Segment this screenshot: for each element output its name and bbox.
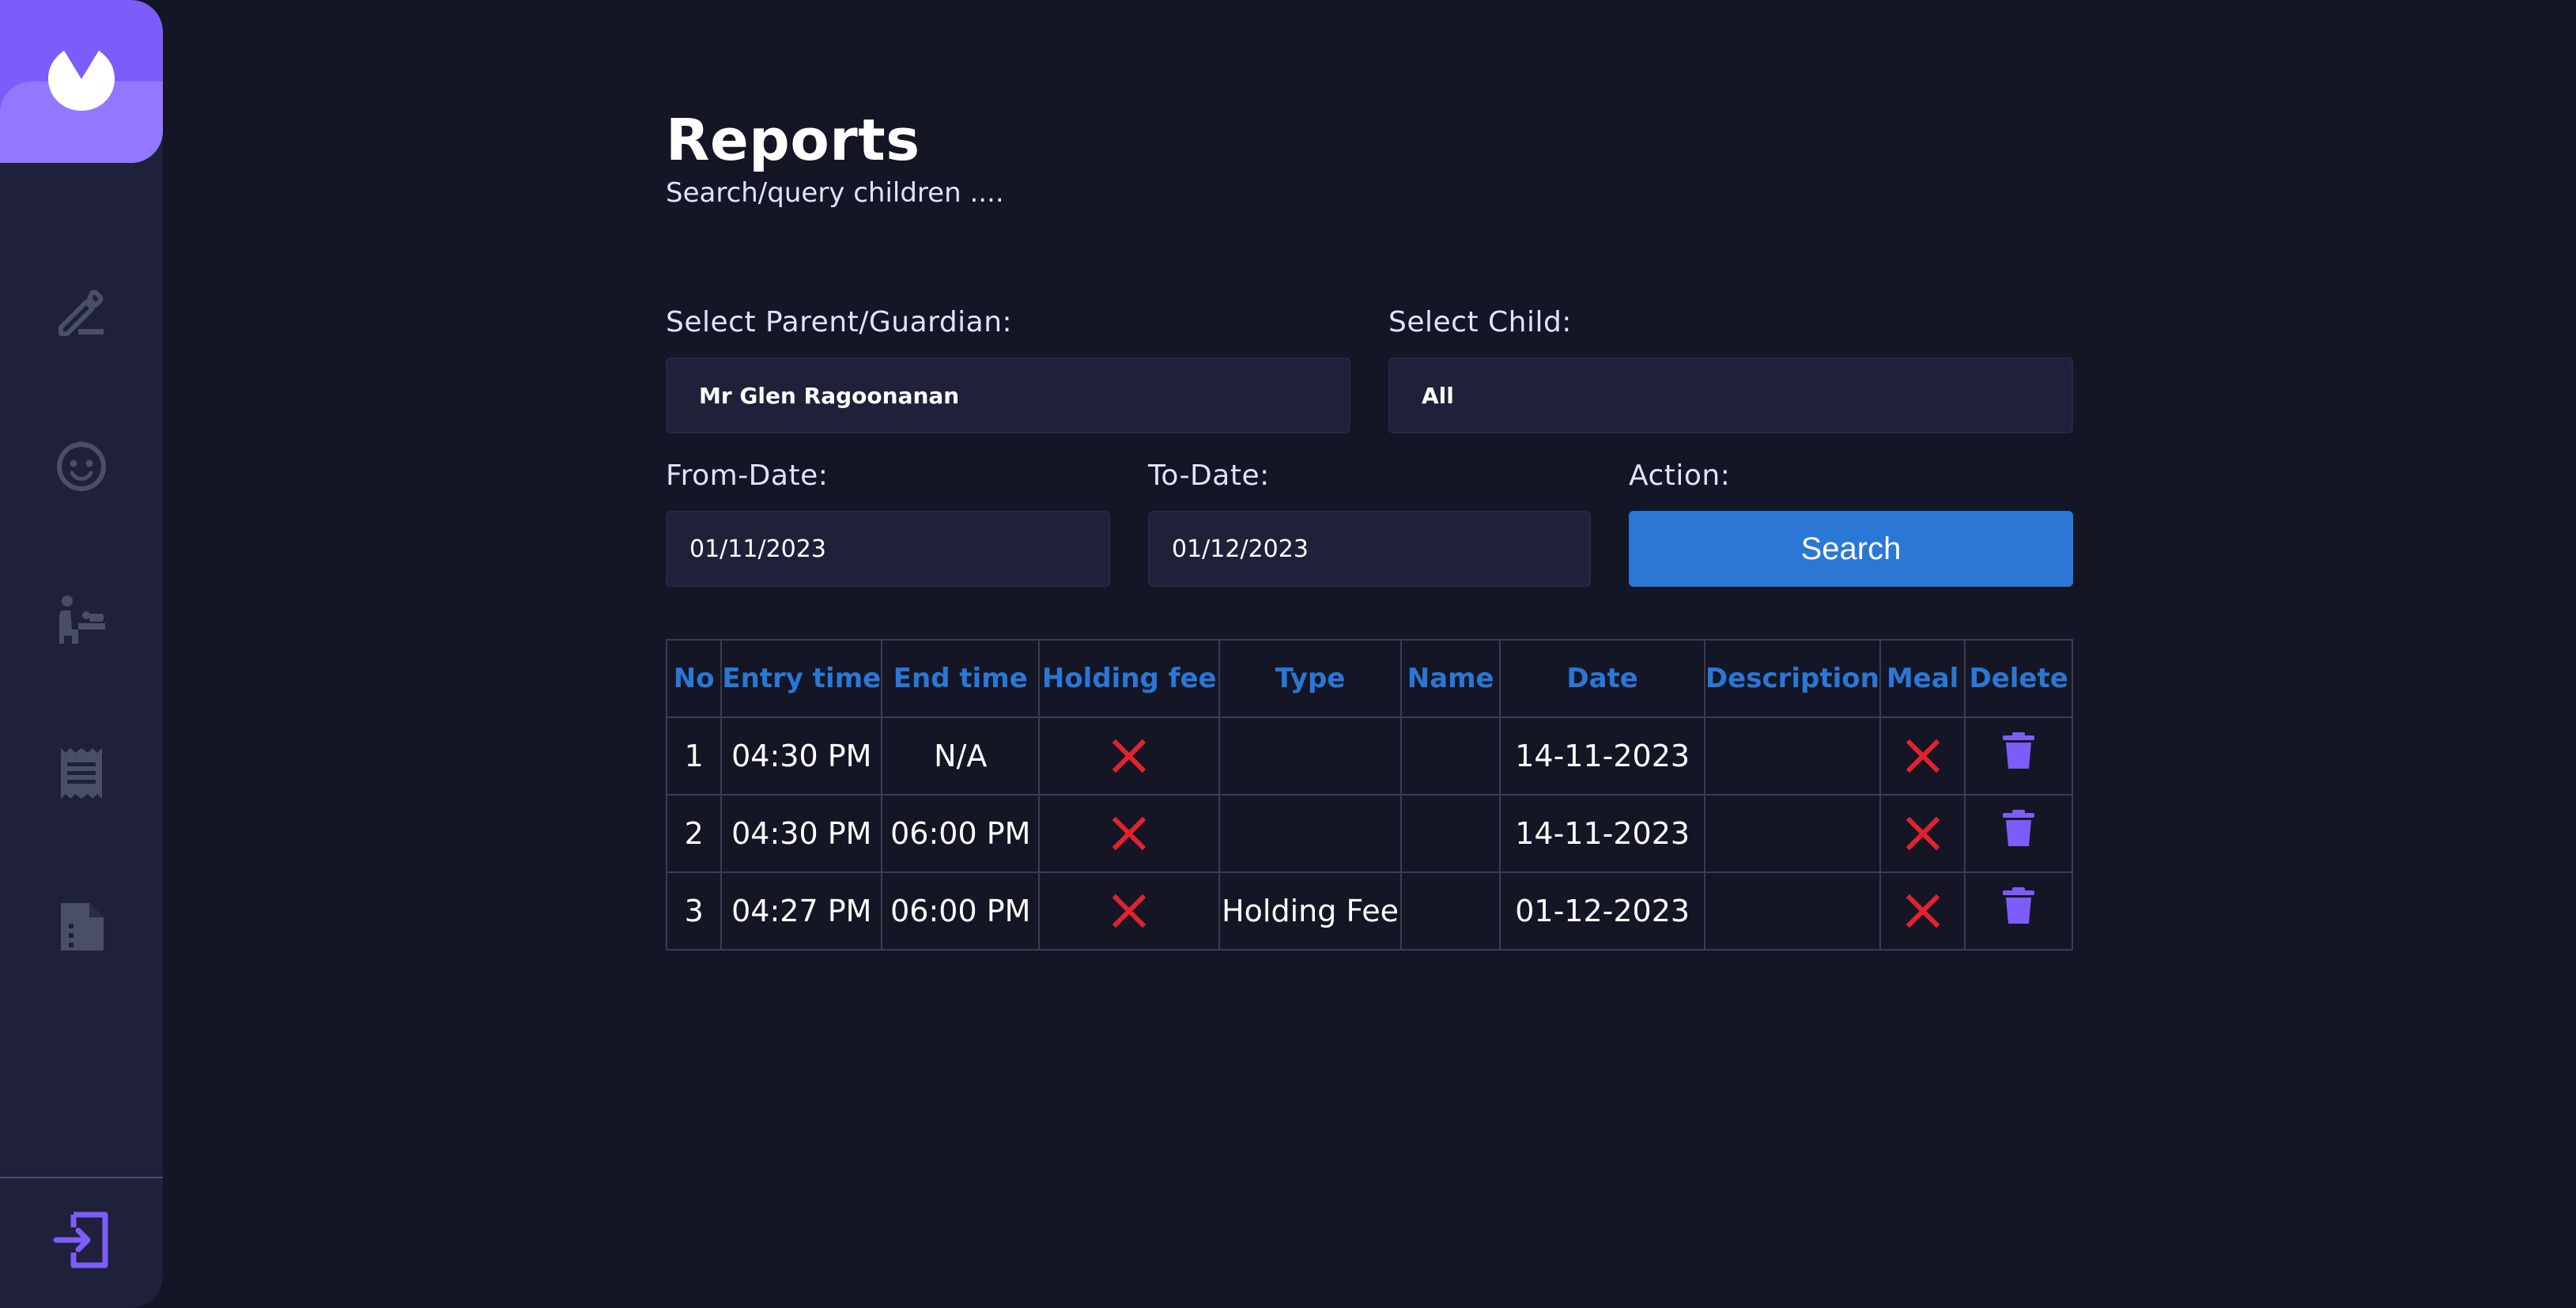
cell-type [1218, 794, 1402, 873]
x-icon [1903, 892, 1943, 928]
x-icon [1903, 815, 1943, 851]
header-name: Name [1399, 639, 1501, 718]
logout-icon[interactable] [50, 1208, 113, 1272]
x-icon [1109, 815, 1149, 851]
cell-delete [1964, 716, 2073, 796]
header-date: Date [1499, 639, 1705, 718]
cell-entry-time: 04:30 PM [720, 716, 883, 796]
child-label: Select Child: [1388, 306, 1572, 338]
child-face-icon[interactable] [50, 435, 113, 498]
cell-date: 14-11-2023 [1499, 716, 1705, 796]
trash-icon[interactable] [2003, 886, 2035, 924]
cell-end-time: 06:00 PM [881, 794, 1041, 873]
cell-description [1703, 716, 1881, 796]
to-date-input[interactable]: 01/12/2023 [1148, 511, 1591, 587]
cell-name [1399, 716, 1501, 796]
header-no: No [665, 639, 723, 718]
cell-meal [1879, 716, 1966, 796]
cell-date: 01-12-2023 [1499, 871, 1705, 951]
cell-description [1703, 871, 1881, 951]
cell-end-time: N/A [881, 716, 1041, 796]
header-meal: Meal [1879, 639, 1966, 718]
edit-icon[interactable] [50, 282, 113, 345]
x-icon [1903, 737, 1943, 773]
parent-select[interactable]: Mr Glen Ragoonanan [666, 357, 1350, 433]
x-icon [1109, 892, 1149, 928]
cell-description [1703, 794, 1881, 873]
header-end-time: End time [881, 639, 1041, 718]
parent-label: Select Parent/Guardian: [666, 306, 1013, 338]
cell-delete [1964, 871, 2073, 951]
cell-entry-time: 04:27 PM [720, 871, 883, 951]
header-delete: Delete [1964, 639, 2073, 718]
action-label: Action: [1629, 459, 1731, 492]
table-row: 1 04:30 PM N/A 14-11-2023 [665, 716, 2073, 796]
cell-date: 14-11-2023 [1499, 794, 1705, 873]
cell-no: 2 [665, 794, 723, 873]
header-holding-fee: Holding fee [1038, 639, 1221, 718]
sidebar-divider [0, 1177, 163, 1178]
cell-type [1218, 716, 1402, 796]
header-entry-time: Entry time [720, 639, 883, 718]
from-date-input[interactable]: 01/11/2023 [666, 511, 1110, 587]
report-table: No Entry time End time Holding fee Type … [665, 639, 2073, 951]
cell-no: 3 [665, 871, 723, 951]
table-row: 2 04:30 PM 06:00 PM 14-11-2023 [665, 794, 2073, 873]
table-header-row: No Entry time End time Holding fee Type … [665, 639, 2073, 718]
page-subtitle: Search/query children .... [666, 177, 1004, 209]
receipt-icon[interactable] [50, 742, 113, 805]
cell-holding-fee [1038, 871, 1221, 951]
baby-changing-icon[interactable] [50, 588, 113, 652]
header-type: Type [1218, 639, 1402, 718]
trash-icon[interactable] [2003, 731, 2035, 769]
cell-name [1399, 871, 1501, 951]
search-button[interactable]: Search [1629, 511, 2073, 587]
sidebar [0, 0, 163, 1308]
cell-type: Holding Fee [1218, 871, 1402, 951]
logo[interactable] [0, 0, 163, 163]
x-icon [1109, 737, 1149, 773]
page-title: Reports [666, 107, 920, 173]
child-select[interactable]: All [1388, 357, 2073, 433]
header-description: Description [1703, 639, 1881, 718]
cell-meal [1879, 871, 1966, 951]
cell-delete [1964, 794, 2073, 873]
logo-icon [48, 51, 115, 111]
cell-end-time: 06:00 PM [881, 871, 1041, 951]
cell-holding-fee [1038, 716, 1221, 796]
table-row: 3 04:27 PM 06:00 PM Holding Fee 01-12-20… [665, 871, 2073, 951]
cell-entry-time: 04:30 PM [720, 794, 883, 873]
from-date-label: From-Date: [666, 459, 829, 492]
report-file-icon[interactable] [50, 895, 113, 958]
cell-name [1399, 794, 1501, 873]
cell-holding-fee [1038, 794, 1221, 873]
to-date-label: To-Date: [1148, 459, 1270, 492]
cell-no: 1 [665, 716, 723, 796]
cell-meal [1879, 794, 1966, 873]
trash-icon[interactable] [2003, 808, 2035, 846]
